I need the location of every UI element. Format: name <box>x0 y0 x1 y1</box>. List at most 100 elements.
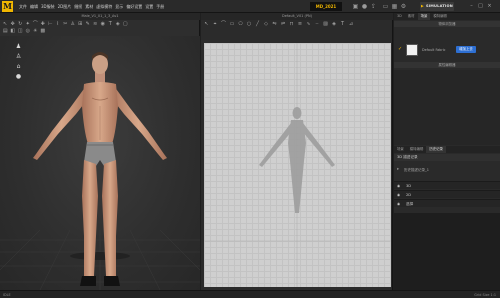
transform-pattern-icon[interactable]: ↖ <box>203 21 210 28</box>
tab-avatar-edit[interactable]: 模特编辑 <box>430 13 450 20</box>
avatar-model[interactable] <box>0 36 200 290</box>
fabric-list-item[interactable]: ✓ Default Fabric 增加上去 <box>398 43 498 57</box>
3d-viewport[interactable] <box>0 36 200 290</box>
history-row[interactable]: ◉ 2D <box>394 190 500 198</box>
fold-icon[interactable]: ⌒ <box>32 21 39 27</box>
light-icon[interactable]: ☀ <box>32 28 39 34</box>
edit-pattern-icon[interactable]: ⌖ <box>212 21 219 28</box>
export-icon[interactable]: ⇪ <box>370 3 377 10</box>
tab-avatar-edit-lower[interactable]: 模特编辑 <box>407 146 427 153</box>
3d-side-toolbar: ♟ ♙ ⌂ ● <box>15 43 22 80</box>
menu-manual[interactable]: 手册 <box>156 4 164 10</box>
rotate-icon[interactable]: ↻ <box>17 21 24 27</box>
menu-2d-pattern[interactable]: 2D图片 <box>58 4 72 10</box>
snapshot-icon[interactable]: ▢ <box>122 21 129 27</box>
menu-preferences[interactable]: 偏好设置 <box>126 4 142 10</box>
polygon-icon[interactable]: ⬠ <box>237 21 244 28</box>
avatar-icon[interactable]: ♟ <box>15 43 22 50</box>
menu-3d-garment[interactable]: 3D服装 <box>41 4 55 10</box>
avatar-silhouette <box>204 43 391 287</box>
hanger-icon[interactable]: ⌂ <box>15 63 22 70</box>
fold-arrange-icon[interactable]: ⊓ <box>288 21 295 28</box>
view-side-icon[interactable]: ◧ <box>10 28 17 34</box>
tab-materials[interactable]: 素材 <box>405 13 418 20</box>
menu-display[interactable]: 显示 <box>115 4 123 10</box>
zip-icon[interactable]: ≋ <box>92 21 99 27</box>
arrange-icon[interactable]: ⊞ <box>77 21 84 27</box>
grading-icon[interactable]: ⊿ <box>348 21 355 28</box>
history-item[interactable]: 历史描述记录_1 <box>404 168 429 173</box>
check-icon: ✓ <box>398 46 403 52</box>
graphic-icon[interactable]: ◈ <box>115 21 122 27</box>
menu-settings[interactable]: 设置 <box>145 4 153 10</box>
history-row[interactable]: ◉ 选择 <box>394 199 500 207</box>
eye-icon[interactable]: ◉ <box>397 182 400 190</box>
menu-edit[interactable]: 编辑 <box>30 4 38 10</box>
record-icon[interactable]: ● <box>361 3 368 10</box>
menu-bar: 文件 编辑 3D服装 2D图片 缝纫 素材 虚拟模特 显示 偏好设置 设置 手册 <box>19 4 164 10</box>
garment-icon[interactable]: ♙ <box>15 53 22 60</box>
graphic-edit-icon[interactable]: ◈ <box>331 21 338 28</box>
tab-scene-lower[interactable]: 场景 <box>394 146 407 153</box>
simulation-button[interactable]: ▶ SIMULATION <box>420 2 454 11</box>
seam-icon[interactable]: ⌇ <box>55 21 62 27</box>
brush-icon[interactable]: ✎ <box>85 21 92 27</box>
elastic-icon[interactable]: ∿ <box>305 21 312 28</box>
measure-icon[interactable]: ⊢ <box>47 21 54 27</box>
view-top-icon[interactable]: ◫ <box>17 28 24 34</box>
maximize-button[interactable]: □ <box>477 3 484 10</box>
edit-curve-icon[interactable]: ⌒ <box>220 21 227 28</box>
annotation-icon[interactable]: T <box>339 21 346 28</box>
camera-icon[interactable]: ◎ <box>25 28 32 34</box>
layout-icon[interactable]: ▭ <box>382 3 389 10</box>
segment-sewing-icon[interactable]: ⇋ <box>271 21 278 28</box>
menu-materials[interactable]: 素材 <box>85 4 93 10</box>
grid-icon[interactable]: ▦ <box>391 3 398 10</box>
texture-icon[interactable]: ▩ <box>40 28 47 34</box>
save-icon[interactable]: ▣ <box>352 3 359 10</box>
eye-icon[interactable]: ◉ <box>397 191 400 199</box>
tab-scene[interactable]: 场景 <box>417 13 431 20</box>
move-icon[interactable]: ✥ <box>10 21 17 27</box>
view-front-icon[interactable]: ▤ <box>2 28 9 34</box>
internal-line-icon[interactable]: ╱ <box>254 21 261 28</box>
fabric-swatch[interactable] <box>406 44 418 56</box>
settings-icon[interactable]: ⚙ <box>400 3 407 10</box>
free-sewing-icon[interactable]: ⇌ <box>280 21 287 28</box>
right-panel: 3D 素材 场景 模特编辑 物体浏览器 ✓ Default Fabric 增加上… <box>394 13 500 290</box>
fabric-name: Default Fabric <box>422 48 446 52</box>
menu-file[interactable]: 文件 <box>19 4 27 10</box>
head-icon[interactable]: ● <box>15 73 22 80</box>
trim-icon[interactable]: ✂ <box>62 21 69 27</box>
menu-avatar[interactable]: 虚拟模特 <box>96 4 112 10</box>
text-icon[interactable]: T <box>107 21 114 27</box>
button-icon[interactable]: ◉ <box>100 21 107 27</box>
tack-icon[interactable]: ✚ <box>40 21 47 27</box>
pleat-icon[interactable]: ≡ <box>297 21 304 28</box>
app-logo: M <box>2 1 13 12</box>
avatar-select-icon[interactable]: ♙ <box>70 21 77 27</box>
property-editor-body <box>394 70 500 145</box>
3d-window-title: Male_V1_01_1_3_Av1 <box>0 13 200 20</box>
play-icon: ▶ <box>420 4 424 8</box>
dart-icon[interactable]: ◇ <box>263 21 270 28</box>
history-header: 3D 描述记录 <box>394 154 500 161</box>
tab-history[interactable]: 历史记录 <box>426 146 446 153</box>
property-editor-header: 属性编辑器 <box>394 62 500 68</box>
history-row[interactable]: ◉ 3D <box>394 181 500 189</box>
circle-icon[interactable]: ○ <box>246 21 253 28</box>
top-bar: M 文件 编辑 3D服装 2D图片 缝纫 素材 虚拟模特 显示 偏好设置 设置 … <box>0 0 500 13</box>
pin-icon[interactable]: ✦ <box>25 21 32 27</box>
2d-pattern-canvas[interactable] <box>204 43 391 287</box>
menu-sewing[interactable]: 缝纫 <box>74 4 82 10</box>
tab-3d[interactable]: 3D <box>394 13 405 20</box>
select-icon[interactable]: ↖ <box>2 21 9 27</box>
close-button[interactable]: × <box>486 3 493 10</box>
apply-fabric-button[interactable]: 增加上去 <box>456 46 476 53</box>
eye-icon[interactable]: ◉ <box>397 200 400 208</box>
topstitch-icon[interactable]: ┄ <box>314 21 321 28</box>
rectangle-icon[interactable]: ▭ <box>229 21 236 28</box>
expand-icon[interactable]: ▸ <box>397 167 403 173</box>
minimize-button[interactable]: – <box>468 3 475 10</box>
texture-edit-icon[interactable]: ▨ <box>322 21 329 28</box>
